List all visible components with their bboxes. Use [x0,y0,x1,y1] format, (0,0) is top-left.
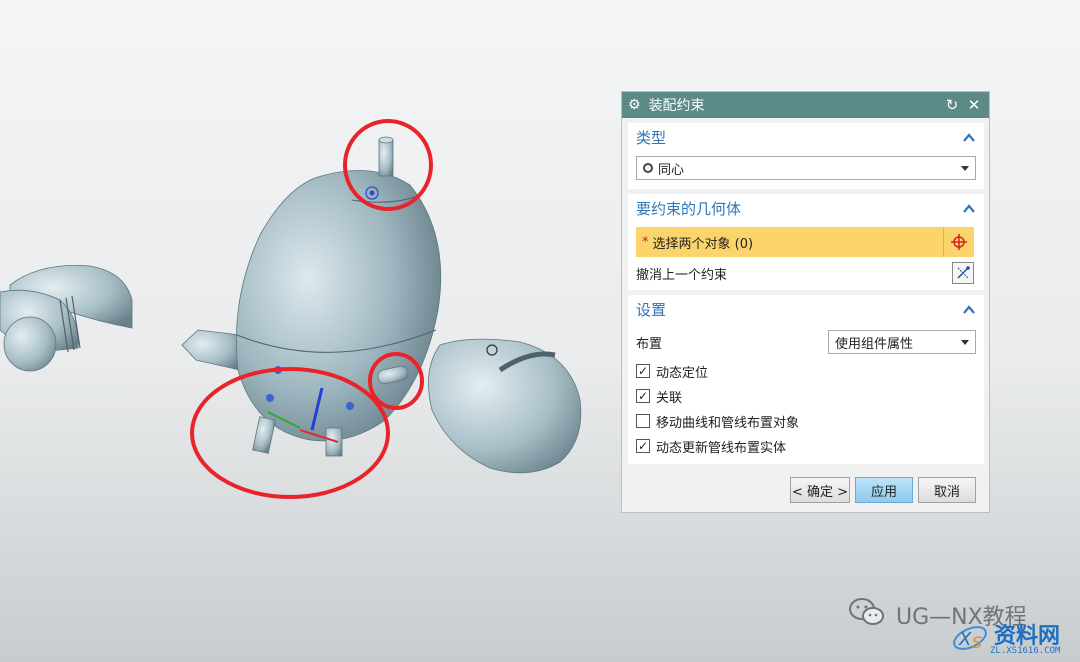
crosshair-icon[interactable] [943,227,974,257]
type-section-header[interactable]: 类型 [628,123,984,151]
undo-constraint-icon[interactable] [952,262,974,284]
layout-select[interactable]: 使用组件属性 [828,330,976,354]
required-asterisk: * [642,234,649,250]
geometry-section: 要约束的几何体 * 选择两个对象 (0) 撤消上一个约束 [628,194,984,290]
concentric-icon [643,163,653,173]
layout-row: 布置 使用组件属性 [636,329,976,355]
site-url: ZL.XS1616.COM [990,646,1061,656]
ok-button[interactable]: < 确定 > [790,477,850,503]
geometry-section-heading: 要约束的几何体 [636,199,742,218]
dialog-titlebar[interactable]: ⚙ 装配约束 ↻ ✕ [622,92,989,118]
type-section-heading: 类型 [636,128,667,147]
select-objects-label: 选择两个对象 (0) [652,236,754,252]
checkbox[interactable]: ✓ [636,439,650,453]
settings-section: 设置 布置 使用组件属性 ✓ 动态定位 ✓ 关联 移动曲线和管线布置对象 ✓ 动… [628,295,984,464]
settings-section-heading: 设置 [636,300,667,319]
type-select-value: 同心 [658,162,685,178]
undo-constraint-row: 撤消上一个约束 [636,260,974,286]
assembly-constraint-dialog: ⚙ 装配约束 ↻ ✕ 类型 同心 要约束的几何体 * 选择两个对象 (0) 撤消… [621,91,990,513]
option-label: 关联 [656,390,683,406]
option-dynamic-update[interactable]: ✓ 动态更新管线布置实体 [636,435,976,457]
chevron-up-icon[interactable] [962,201,976,215]
option-move-curves[interactable]: 移动曲线和管线布置对象 [636,410,976,432]
svg-text:S: S [972,633,982,652]
chevron-up-icon[interactable] [962,302,976,316]
site-logo: X S 资料网 ZL.XS1616.COM [950,618,1078,660]
wechat-icon [848,597,886,633]
chevron-up-icon[interactable] [962,130,976,144]
select-objects-row[interactable]: * 选择两个对象 (0) [636,227,974,257]
settings-section-header[interactable]: 设置 [628,295,984,323]
gear-icon: ⚙ [628,97,641,113]
type-select[interactable]: 同心 [636,156,976,180]
undo-constraint-label: 撤消上一个约束 [636,267,728,283]
geometry-section-header[interactable]: 要约束的几何体 [628,194,984,222]
option-dynamic-positioning[interactable]: ✓ 动态定位 [636,360,976,382]
chevron-down-icon [961,165,969,171]
checkbox[interactable] [636,414,650,428]
option-label: 动态定位 [656,365,709,381]
close-icon[interactable]: ✕ [965,96,983,114]
option-associative[interactable]: ✓ 关联 [636,385,976,407]
type-section: 类型 同心 [628,123,984,189]
dialog-title: 装配约束 [648,98,705,114]
reset-icon[interactable]: ↻ [943,96,961,114]
left-foot-part[interactable] [0,265,133,372]
chevron-down-icon [961,339,969,345]
cancel-button[interactable]: 取消 [918,477,976,503]
checkbox[interactable]: ✓ [636,389,650,403]
option-label: 移动曲线和管线布置对象 [656,415,800,431]
dialog-button-bar: < 确定 > 应用 取消 [622,477,989,503]
layout-label: 布置 [636,336,663,352]
layout-select-value: 使用组件属性 [835,336,914,352]
option-label: 动态更新管线布置实体 [656,440,787,456]
apply-button[interactable]: 应用 [855,477,913,503]
checkbox[interactable]: ✓ [636,364,650,378]
svg-text:X: X [958,629,972,650]
site-logo-icon: X S [953,626,987,652]
side-shell-part[interactable] [428,338,582,474]
